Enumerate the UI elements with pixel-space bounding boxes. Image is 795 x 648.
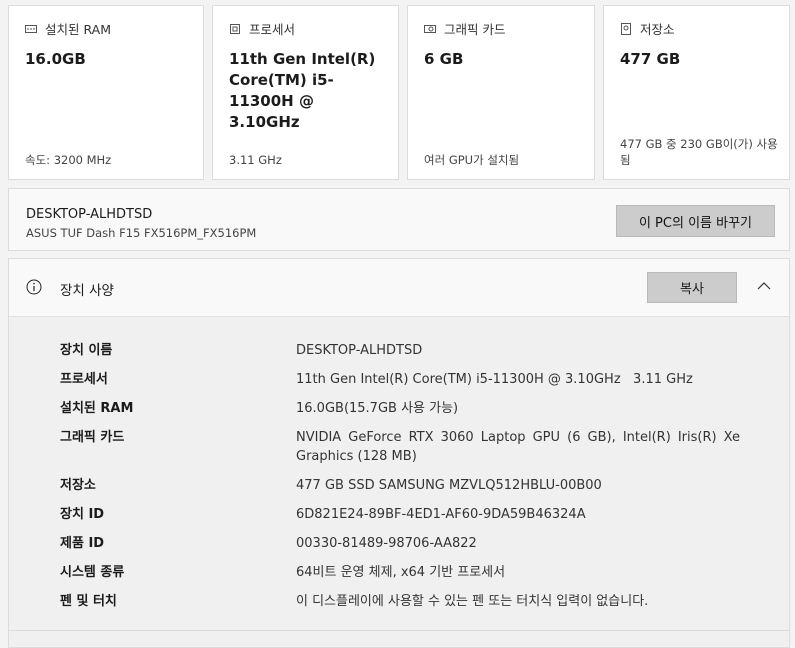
device-specs-header[interactable]: 장치 사양 복사 — [9, 259, 789, 317]
processor-icon — [230, 23, 240, 34]
spec-key: 저장소 — [60, 478, 96, 493]
pc-name: DESKTOP-ALHDTSD — [26, 207, 153, 222]
card-label: 그래픽 카드 — [444, 22, 506, 37]
divider — [8, 630, 790, 631]
spec-key: 설치된 RAM — [60, 401, 134, 416]
card-label: 설치된 RAM — [45, 22, 111, 37]
card-ram: 설치된 RAM 16.0GB 속도: 3200 MHz — [8, 5, 204, 180]
spec-value[interactable]: 00330-81489-98706-AA822 — [296, 534, 740, 553]
pc-name-panel: DESKTOP-ALHDTSD ASUS TUF Dash F15 FX516P… — [8, 188, 790, 251]
device-specs-panel: 장치 사양 복사 장치 이름 DESKTOP-ALHDTSD 프로세서 11th… — [8, 258, 790, 648]
spec-key: 장치 이름 — [60, 343, 113, 358]
spec-key: 그래픽 카드 — [60, 430, 125, 445]
spec-value[interactable]: 6D821E24-89BF-4ED1-AF60-9DA59B46324A — [296, 505, 740, 524]
spec-value[interactable]: 477 GB SSD SAMSUNG MZVLQ512HBLU-00B00 — [296, 476, 740, 495]
pc-model: ASUS TUF Dash F15 FX516PM_FX516PM — [26, 226, 257, 240]
spec-key: 제품 ID — [60, 536, 105, 551]
spec-key: 프로세서 — [60, 372, 108, 387]
card-sub: 3.11 GHz — [229, 153, 282, 167]
rename-pc-button[interactable]: 이 PC의 이름 바꾸기 — [616, 205, 775, 237]
graphics-card-icon — [424, 24, 436, 33]
storage-icon — [621, 22, 631, 35]
spec-key: 시스템 종류 — [60, 565, 125, 580]
card-value: 6 GB — [424, 50, 464, 68]
ram-icon — [25, 24, 37, 33]
card-sub: 477 GB 중 230 GB이(가) 사용됨 — [620, 137, 778, 167]
card-processor: 프로세서 11th Gen Intel(R) Core(TM) i5-11300… — [212, 5, 399, 180]
card-label: 프로세서 — [249, 22, 296, 37]
spec-value[interactable]: 이 디스플레이에 사용할 수 있는 펜 또는 터치식 입력이 없습니다. — [296, 592, 766, 611]
card-value: 16.0GB — [25, 50, 86, 68]
spec-key: 펜 및 터치 — [60, 594, 117, 609]
spec-value[interactable]: NVIDIA GeForce RTX 3060 Laptop GPU (6 GB… — [296, 428, 740, 466]
summary-cards: 설치된 RAM 16.0GB 속도: 3200 MHz 프로세서 11th Ge… — [8, 5, 790, 182]
device-specs-title: 장치 사양 — [60, 283, 114, 299]
spec-value[interactable]: 11th Gen Intel(R) Core(TM) i5-11300H @ 3… — [296, 370, 740, 389]
card-label: 저장소 — [640, 22, 675, 37]
card-graphics: 그래픽 카드 6 GB 여러 GPU가 설치됨 — [407, 5, 595, 180]
card-value: 11th Gen Intel(R) Core(TM) i5-11300H @ 3… — [229, 50, 376, 131]
spec-key: 장치 ID — [60, 507, 105, 522]
spec-value[interactable]: DESKTOP-ALHDTSD — [296, 341, 740, 360]
copy-button[interactable]: 복사 — [647, 272, 737, 303]
card-sub: 속도: 3200 MHz — [25, 153, 112, 167]
spec-value[interactable]: 64비트 운영 체제, x64 기반 프로세서 — [296, 563, 740, 582]
info-icon — [26, 279, 42, 295]
card-sub: 여러 GPU가 설치됨 — [424, 153, 520, 167]
card-value: 477 GB — [620, 50, 681, 68]
chevron-up-icon[interactable] — [757, 281, 771, 291]
card-storage: 저장소 477 GB 477 GB 중 230 GB이(가) 사용됨 — [603, 5, 790, 180]
spec-value[interactable]: 16.0GB(15.7GB 사용 가능) — [296, 399, 740, 418]
